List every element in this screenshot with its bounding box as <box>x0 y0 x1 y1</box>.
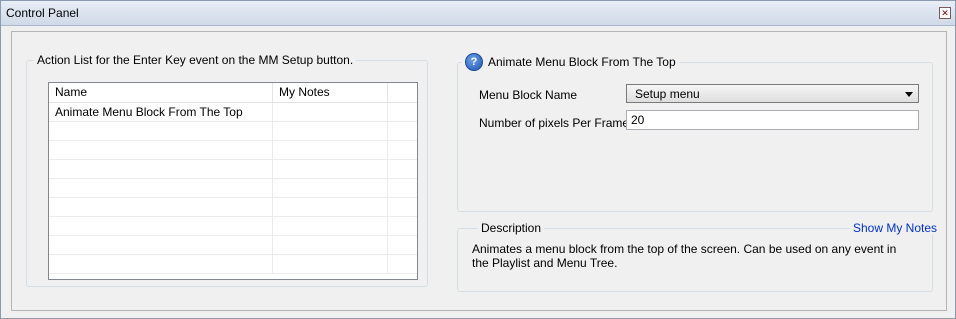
action-list[interactable]: Name My Notes Animate Menu Block From Th… <box>48 82 418 280</box>
row-extra-cell <box>388 217 417 235</box>
table-row[interactable]: Animate Menu Block From The Top <box>49 103 417 122</box>
list-rows: Animate Menu Block From The Top <box>49 103 417 274</box>
column-header-my-notes[interactable]: My Notes <box>273 83 388 102</box>
row-notes-cell <box>273 236 388 254</box>
close-icon[interactable]: ✕ <box>939 7 951 19</box>
row-name-cell <box>49 122 273 140</box>
row-notes-cell <box>273 179 388 197</box>
row-name-cell <box>49 217 273 235</box>
row-extra-cell <box>388 160 417 178</box>
row-notes-cell <box>273 141 388 159</box>
table-row[interactable] <box>49 217 417 236</box>
menu-block-name-label: Menu Block Name <box>479 88 578 102</box>
description-text: Animates a menu block from the top of th… <box>472 242 897 270</box>
row-notes-cell <box>273 160 388 178</box>
pixels-per-frame-label: Number of pixels Per Frame <box>479 116 630 130</box>
column-header-extra <box>388 83 417 102</box>
menu-block-name-value: Setup menu <box>635 87 700 101</box>
row-notes-cell <box>273 217 388 235</box>
row-notes-cell <box>273 103 388 121</box>
action-list-legend: Action List for the Enter Key event on t… <box>34 53 357 67</box>
row-extra-cell <box>388 198 417 216</box>
show-my-notes-link[interactable]: Show My Notes <box>850 221 941 235</box>
properties-title: Animate Menu Block From The Top <box>488 55 676 69</box>
chevron-down-icon <box>905 92 913 97</box>
title-bar: Control Panel ✕ <box>1 1 955 26</box>
properties-legend: ? Animate Menu Block From The Top <box>462 53 679 71</box>
row-name-cell <box>49 141 273 159</box>
help-icon[interactable]: ? <box>465 53 483 71</box>
table-row[interactable] <box>49 141 417 160</box>
menu-block-name-select[interactable]: Setup menu <box>626 84 919 103</box>
window-title: Control Panel <box>6 6 79 20</box>
table-row[interactable] <box>49 255 417 274</box>
row-name-cell <box>49 198 273 216</box>
row-notes-cell <box>273 255 388 273</box>
row-extra-cell <box>388 236 417 254</box>
row-extra-cell <box>388 255 417 273</box>
row-name-cell <box>49 179 273 197</box>
row-name-cell <box>49 236 273 254</box>
row-extra-cell <box>388 122 417 140</box>
list-header: Name My Notes <box>49 83 417 103</box>
table-row[interactable] <box>49 198 417 217</box>
row-notes-cell <box>273 122 388 140</box>
description-legend: Description <box>478 221 545 235</box>
row-extra-cell <box>388 103 417 121</box>
column-header-name[interactable]: Name <box>49 83 273 102</box>
pixels-per-frame-input[interactable]: 20 <box>626 110 919 130</box>
row-name-cell <box>49 160 273 178</box>
table-row[interactable] <box>49 160 417 179</box>
table-row[interactable] <box>49 236 417 255</box>
row-extra-cell <box>388 141 417 159</box>
row-notes-cell <box>273 198 388 216</box>
table-row[interactable] <box>49 122 417 141</box>
row-name-cell <box>49 255 273 273</box>
row-extra-cell <box>388 179 417 197</box>
table-row[interactable] <box>49 179 417 198</box>
row-name-cell: Animate Menu Block From The Top <box>49 103 273 121</box>
